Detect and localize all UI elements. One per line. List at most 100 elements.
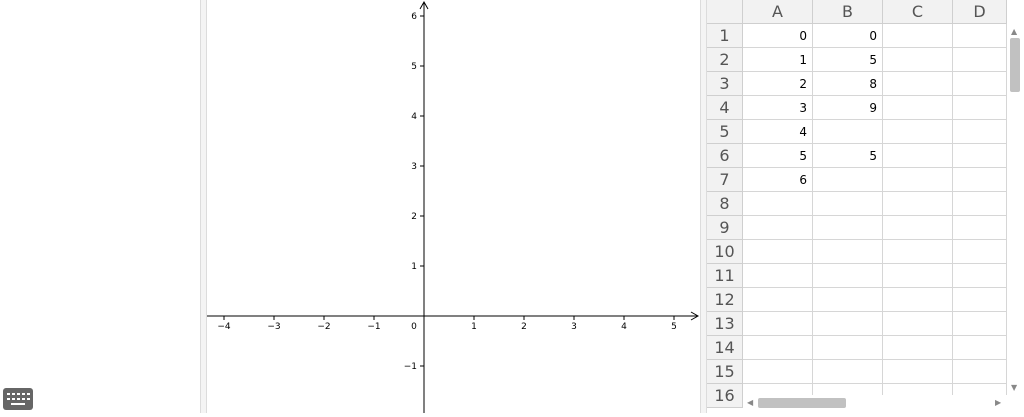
spreadsheet-view[interactable]: ABCD 1 0 0 2 1 5 3 2 8 4 3 9 5 4 6 5 5 7 6 8 9 10 11 12 13 14 15 16… (707, 0, 1024, 413)
y-tick-label: −1 (404, 362, 417, 372)
cell-c5[interactable] (883, 120, 953, 144)
row-header[interactable]: 3 (707, 72, 743, 96)
cell-a7[interactable]: 6 (743, 168, 813, 192)
x-tick-label: −2 (317, 322, 330, 332)
scroll-up-arrow-icon[interactable]: ▲ (1011, 28, 1017, 36)
cell-d12[interactable] (953, 288, 1007, 312)
cell-d13[interactable] (953, 312, 1007, 336)
row-header[interactable]: 5 (707, 120, 743, 144)
cell-c7[interactable] (883, 168, 953, 192)
cell-d10[interactable] (953, 240, 1007, 264)
cell-d6[interactable] (953, 144, 1007, 168)
cell-d4[interactable] (953, 96, 1007, 120)
cell-d15[interactable] (953, 360, 1007, 384)
horizontal-scrollbar[interactable]: ◀ ▶ (743, 395, 1007, 410)
cell-b5[interactable] (813, 120, 883, 144)
cell-b8[interactable] (813, 192, 883, 216)
scroll-left-arrow-icon[interactable]: ◀ (747, 399, 753, 407)
vertical-scroll-thumb[interactable] (1010, 38, 1020, 92)
cell-c4[interactable] (883, 96, 953, 120)
cell-c8[interactable] (883, 192, 953, 216)
cell-a12[interactable] (743, 288, 813, 312)
row-header[interactable]: 14 (707, 336, 743, 360)
cell-b3[interactable]: 8 (813, 72, 883, 96)
cell-c9[interactable] (883, 216, 953, 240)
cell-a14[interactable] (743, 336, 813, 360)
cell-d1[interactable] (953, 24, 1007, 48)
cell-c12[interactable] (883, 288, 953, 312)
cell-a10[interactable] (743, 240, 813, 264)
cell-d9[interactable] (953, 216, 1007, 240)
cell-a15[interactable] (743, 360, 813, 384)
row-header[interactable]: 13 (707, 312, 743, 336)
cell-a4[interactable]: 3 (743, 96, 813, 120)
cell-b12[interactable] (813, 288, 883, 312)
cell-a6[interactable]: 5 (743, 144, 813, 168)
cell-a11[interactable] (743, 264, 813, 288)
cell-b2[interactable]: 5 (813, 48, 883, 72)
row-header[interactable]: 4 (707, 96, 743, 120)
keyboard-icon[interactable] (3, 388, 33, 410)
cell-a9[interactable] (743, 216, 813, 240)
x-tick-label: −4 (217, 322, 231, 332)
cell-a2[interactable]: 1 (743, 48, 813, 72)
cell-b11[interactable] (813, 264, 883, 288)
cell-d11[interactable] (953, 264, 1007, 288)
column-header-b[interactable]: B (813, 0, 883, 24)
select-all-corner[interactable] (707, 0, 743, 24)
row-header[interactable]: 10 (707, 240, 743, 264)
scroll-down-arrow-icon[interactable]: ▼ (1011, 384, 1017, 392)
graphics-view[interactable]: −4 −3 −2 −1 0 1 2 3 4 5 6 5 4 3 2 1 −1 (207, 0, 700, 413)
cell-a5[interactable]: 4 (743, 120, 813, 144)
cell-b6[interactable]: 5 (813, 144, 883, 168)
row-header[interactable]: 1 (707, 24, 743, 48)
row-header[interactable]: 12 (707, 288, 743, 312)
view-divider-right[interactable] (700, 0, 707, 413)
cell-a13[interactable] (743, 312, 813, 336)
column-header-a[interactable]: A (743, 0, 813, 24)
cell-d2[interactable] (953, 48, 1007, 72)
row-header[interactable]: 9 (707, 216, 743, 240)
cell-b14[interactable] (813, 336, 883, 360)
cell-d5[interactable] (953, 120, 1007, 144)
column-header-c[interactable]: C (883, 0, 953, 24)
vertical-scrollbar[interactable]: ▲ ▼ (1007, 24, 1021, 394)
cell-a3[interactable]: 2 (743, 72, 813, 96)
row-header[interactable]: 2 (707, 48, 743, 72)
cell-c2[interactable] (883, 48, 953, 72)
cell-b13[interactable] (813, 312, 883, 336)
cell-b9[interactable] (813, 216, 883, 240)
coordinate-axes[interactable]: −4 −3 −2 −1 0 1 2 3 4 5 6 5 4 3 2 1 −1 (207, 0, 700, 413)
cell-c1[interactable] (883, 24, 953, 48)
row-header[interactable]: 7 (707, 168, 743, 192)
cell-a1[interactable]: 0 (743, 24, 813, 48)
cell-c15[interactable] (883, 360, 953, 384)
cell-c14[interactable] (883, 336, 953, 360)
cell-b4[interactable]: 9 (813, 96, 883, 120)
cell-b15[interactable] (813, 360, 883, 384)
cell-b1[interactable]: 0 (813, 24, 883, 48)
row-header[interactable]: 6 (707, 144, 743, 168)
cell-c10[interactable] (883, 240, 953, 264)
row-header[interactable]: 15 (707, 360, 743, 384)
cell-d8[interactable] (953, 192, 1007, 216)
row-header[interactable]: 16 (707, 384, 743, 408)
cell-c3[interactable] (883, 72, 953, 96)
cell-d7[interactable] (953, 168, 1007, 192)
row-header[interactable]: 8 (707, 192, 743, 216)
algebra-view[interactable] (0, 0, 200, 413)
cell-b7[interactable] (813, 168, 883, 192)
scroll-right-arrow-icon[interactable]: ▶ (995, 399, 1001, 407)
cell-c6[interactable] (883, 144, 953, 168)
cell-d3[interactable] (953, 72, 1007, 96)
cell-d14[interactable] (953, 336, 1007, 360)
cell-a8[interactable] (743, 192, 813, 216)
view-divider-left[interactable] (200, 0, 207, 413)
y-tick-label: 5 (411, 62, 417, 72)
row-header[interactable]: 11 (707, 264, 743, 288)
column-header-d[interactable]: D (953, 0, 1007, 24)
cell-b10[interactable] (813, 240, 883, 264)
horizontal-scroll-thumb[interactable] (758, 398, 846, 408)
cell-c11[interactable] (883, 264, 953, 288)
cell-c13[interactable] (883, 312, 953, 336)
